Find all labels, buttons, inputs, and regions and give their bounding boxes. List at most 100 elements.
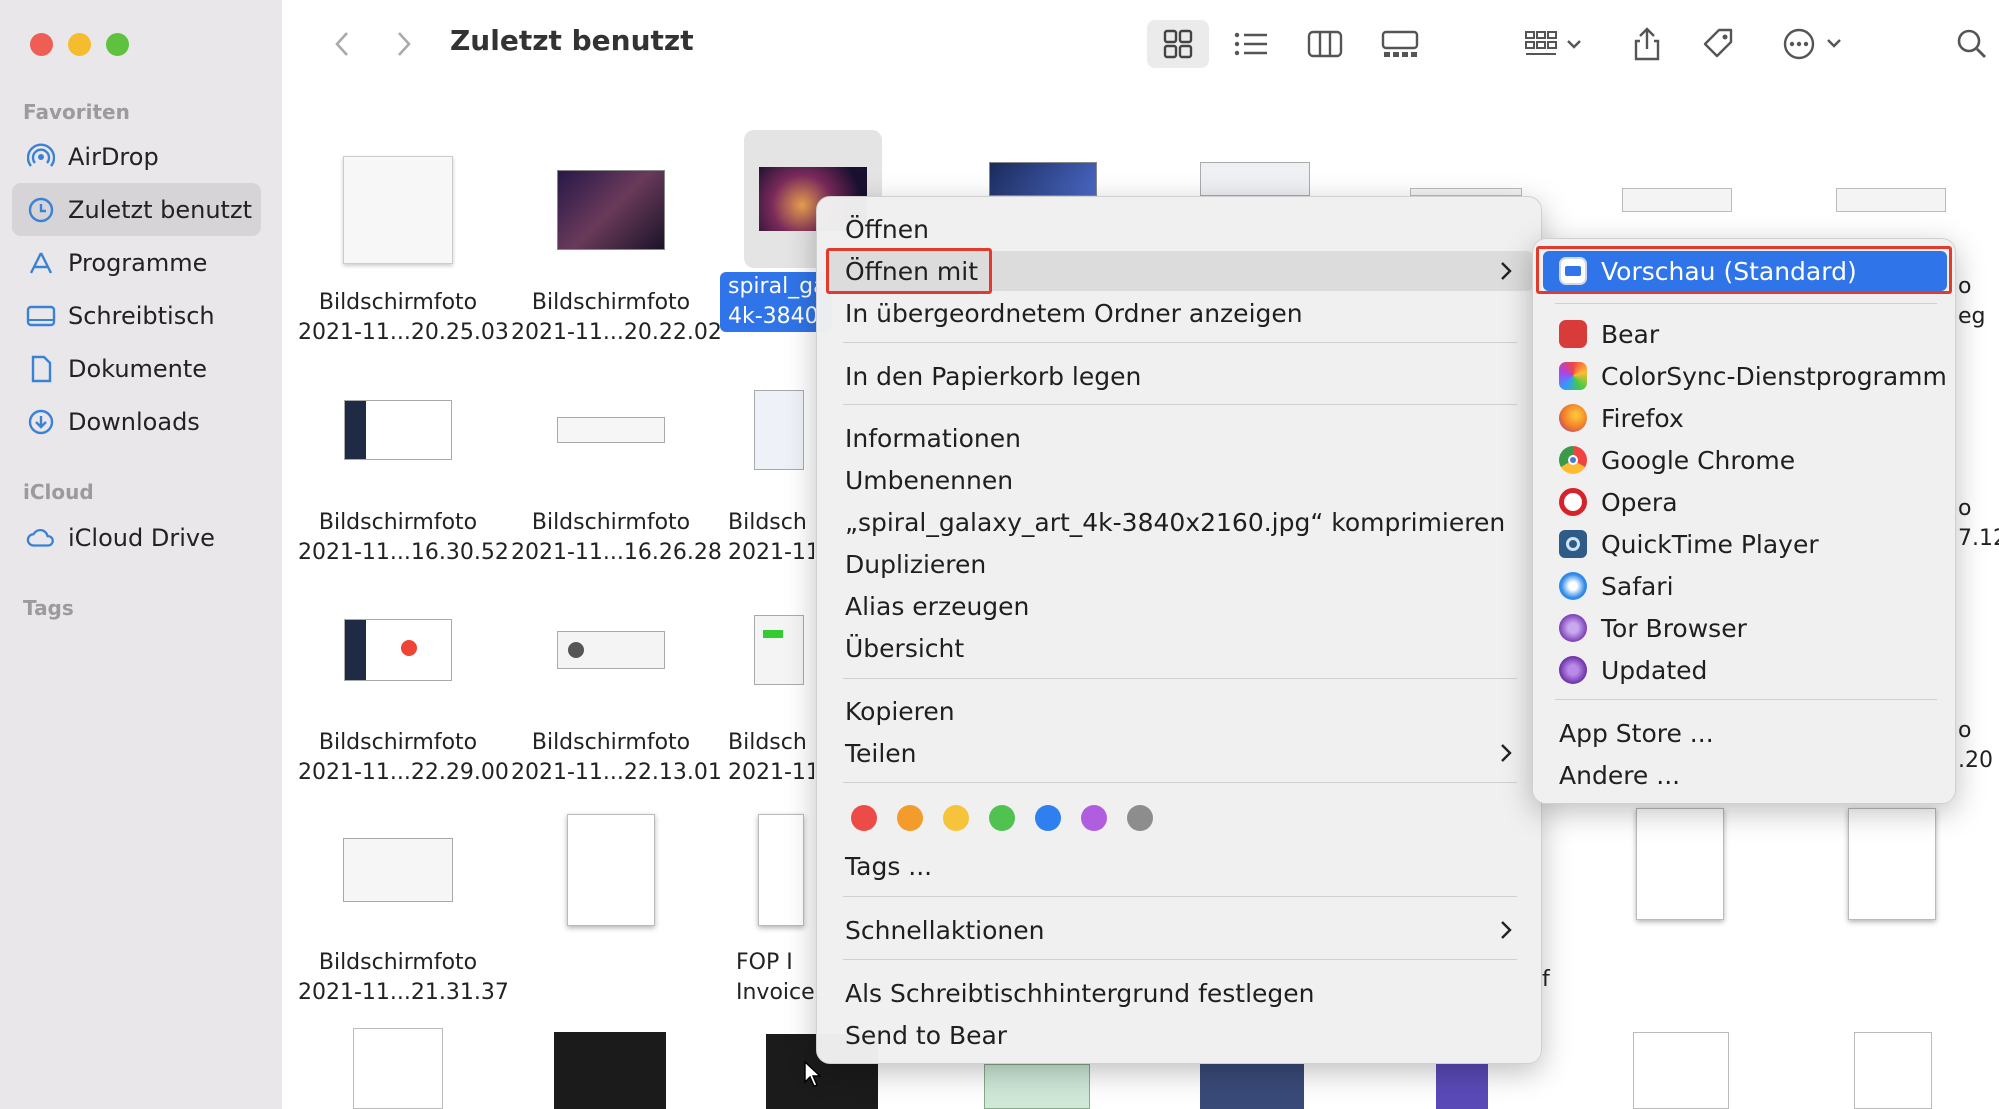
file-name-peek: o7.12 <box>1958 496 1999 551</box>
chrome-icon <box>1559 446 1587 474</box>
file-thumbnail <box>511 800 711 940</box>
file-item[interactable]: Bildschirmfoto 2021-11...21.31.37 <box>298 800 509 1008</box>
menu-item-rename[interactable]: Umbenennen <box>827 460 1533 500</box>
menu-item-label: Send to Bear <box>845 1020 1008 1050</box>
menu-item-label: Umbenennen <box>845 465 1014 495</box>
chevron-right-icon <box>398 32 411 56</box>
submenu-item-chrome[interactable]: Google Chrome <box>1543 440 1947 480</box>
file-item[interactable]: Bildsch 2021-11. <box>724 580 814 788</box>
gallery-view-button[interactable] <box>1368 20 1432 68</box>
file-name: Bildschirmfoto <box>531 510 691 535</box>
sidebar-item-recents[interactable]: Zuletzt benutzt <box>12 183 261 236</box>
file-thumbnail <box>353 1028 443 1109</box>
file-item[interactable]: FOP I Invoice... <box>724 800 820 1008</box>
file-thumbnail <box>511 360 711 500</box>
submenu-item-safari[interactable]: Safari <box>1543 566 1947 606</box>
submenu-item-label: Google Chrome <box>1601 445 1796 475</box>
file-thumbnail <box>1410 188 1522 196</box>
file-item[interactable]: Bildsch 2021-11. <box>724 360 814 568</box>
submenu-item-opera[interactable]: Opera <box>1543 482 1947 522</box>
icon-view-button[interactable] <box>1147 20 1209 68</box>
file-item[interactable]: Bildschirmfoto 2021-11...16.30.52 <box>298 360 509 568</box>
sidebar-item-desktop[interactable]: Schreibtisch <box>12 289 261 342</box>
file-item[interactable]: Bildschirmfoto 2021-11...22.13.01 <box>511 580 722 788</box>
tag-color-yellow[interactable] <box>943 805 969 831</box>
file-item[interactable]: Bildschirmfoto 2021-11...20.25.03 <box>298 140 509 348</box>
menu-item-quick-actions[interactable]: Schnellaktionen <box>827 910 1533 950</box>
menu-item-compress[interactable]: „spiral_galaxy_art_4k-3840x2160.jpg“ kom… <box>827 502 1533 542</box>
tag-color-purple[interactable] <box>1081 805 1107 831</box>
file-name: FOP I <box>736 950 793 975</box>
submenu-item-other[interactable]: Andere ... <box>1543 755 1947 795</box>
column-view-button[interactable] <box>1296 20 1354 68</box>
menu-item-duplicate[interactable]: Duplizieren <box>827 544 1533 584</box>
tag-button[interactable] <box>1694 20 1744 68</box>
menu-item-copy[interactable]: Kopieren <box>827 691 1533 731</box>
tag-color-red[interactable] <box>851 805 877 831</box>
highlight-box <box>1536 246 1952 294</box>
menu-item-move-to-trash[interactable]: In den Papierkorb legen <box>827 356 1533 396</box>
sidebar-item-documents[interactable]: Dokumente <box>12 342 261 395</box>
list-view-button[interactable] <box>1222 20 1280 68</box>
toolbar: Zuletzt benutzt <box>282 0 1999 88</box>
menu-item-set-desktop-picture[interactable]: Als Schreibtischhintergrund festlegen <box>827 973 1533 1013</box>
submenu-item-app-store[interactable]: App Store ... <box>1543 713 1947 753</box>
back-button[interactable] <box>322 20 362 68</box>
submenu-item-quicktime[interactable]: QuickTime Player <box>1543 524 1947 564</box>
tag-color-orange[interactable] <box>897 805 923 831</box>
tag-color-gray[interactable] <box>1127 805 1153 831</box>
menu-item-tags[interactable]: Tags ... <box>827 846 1533 886</box>
sidebar-item-label: iCloud Drive <box>68 523 215 552</box>
menu-item-open[interactable]: Öffnen <box>827 209 1533 249</box>
file-item[interactable]: Bildschirmfoto 2021-11...16.26.28 <box>511 360 722 568</box>
menu-item-get-info[interactable]: Informationen <box>827 418 1533 458</box>
menu-separator <box>843 959 1517 960</box>
forward-button[interactable] <box>384 20 424 68</box>
file-item[interactable]: Bildschirmfoto 2021-11...22.29.00 <box>298 580 509 788</box>
search-button[interactable] <box>1952 20 1992 68</box>
menu-item-label: Teilen <box>845 738 917 768</box>
more-actions-button[interactable] <box>1776 20 1854 68</box>
sidebar-item-downloads[interactable]: Downloads <box>12 395 261 448</box>
share-button[interactable] <box>1622 20 1672 68</box>
sidebar-item-applications[interactable]: Programme <box>12 236 261 289</box>
minimize-window-button[interactable] <box>68 33 91 56</box>
tor-browser-icon <box>1559 614 1587 642</box>
updated-icon <box>1559 656 1587 684</box>
file-date: 2021-11. <box>728 760 814 785</box>
file-item[interactable]: Bildschirmfoto 2021-11...20.22.02 <box>511 140 722 348</box>
submenu-item-updated[interactable]: Updated <box>1543 650 1947 690</box>
menu-item-share[interactable]: Teilen <box>827 733 1533 773</box>
submenu-item-label: Tor Browser <box>1601 613 1747 643</box>
submenu-item-firefox[interactable]: Firefox <box>1543 398 1947 438</box>
applications-icon <box>26 248 56 278</box>
menu-item-make-alias[interactable]: Alias erzeugen <box>827 586 1533 626</box>
menu-item-quick-look[interactable]: Übersicht <box>827 628 1533 668</box>
tag-color-green[interactable] <box>989 805 1015 831</box>
menu-separator <box>843 896 1517 897</box>
file-item[interactable] <box>511 800 711 940</box>
sidebar-section-tags: Tags <box>23 596 74 620</box>
menu-item-send-to-bear[interactable]: Send to Bear <box>827 1015 1533 1055</box>
sidebar-item-airdrop[interactable]: AirDrop <box>12 130 261 183</box>
close-window-button[interactable] <box>30 33 53 56</box>
clock-icon <box>26 195 56 225</box>
file-name: Bildschirmfoto <box>318 510 478 535</box>
file-name: Bildsch <box>728 730 807 755</box>
mouse-cursor-icon <box>804 1060 822 1087</box>
submenu-item-bear[interactable]: Bear <box>1543 314 1947 354</box>
menu-item-label: Duplizieren <box>845 549 987 579</box>
file-name-peek: o eg <box>1958 274 1986 329</box>
menu-item-show-in-folder[interactable]: In übergeordnetem Ordner anzeigen <box>827 293 1533 333</box>
group-button[interactable] <box>1518 20 1590 68</box>
sidebar-item-icloud-drive[interactable]: iCloud Drive <box>12 511 261 564</box>
file-thumbnail <box>1622 188 1732 212</box>
menu-item-label: In übergeordnetem Ordner anzeigen <box>845 298 1303 328</box>
tag-color-blue[interactable] <box>1035 805 1061 831</box>
zoom-window-button[interactable] <box>106 33 129 56</box>
submenu-item-tor-browser[interactable]: Tor Browser <box>1543 608 1947 648</box>
tag-icon <box>1703 28 1733 58</box>
submenu-item-colorsync[interactable]: ColorSync-Dienstprogramm <box>1543 356 1947 396</box>
colorsync-icon <box>1559 362 1587 390</box>
menu-item-label: Kopieren <box>845 696 955 726</box>
